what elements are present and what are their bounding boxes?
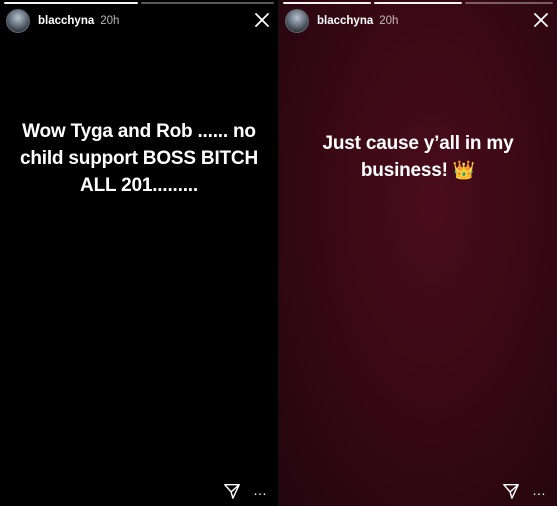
avatar[interactable]	[285, 9, 309, 33]
story-panel-right[interactable]: blacchyna 20h Just cause y’all in my bus…	[279, 0, 557, 506]
avatar[interactable]	[6, 9, 30, 33]
story-panel-left[interactable]: blacchyna 20h Wow Tyga and Rob ...... no…	[0, 0, 278, 506]
crown-emoji: 👑	[452, 160, 476, 180]
story-progress-bar	[283, 2, 553, 4]
progress-segment	[465, 2, 553, 4]
story-caption: Wow Tyga and Rob ...... no child support…	[10, 118, 268, 199]
time-ago: 20h	[100, 15, 120, 27]
more-icon[interactable]: …	[253, 483, 268, 497]
story-footer: …	[223, 482, 268, 500]
more-icon[interactable]: …	[532, 483, 547, 497]
close-icon[interactable]	[531, 10, 551, 30]
send-icon[interactable]	[502, 482, 520, 500]
story-caption-text: Wow Tyga and Rob ...... no child support…	[20, 121, 258, 196]
story-header: blacchyna 20h	[285, 8, 551, 34]
progress-segment	[283, 2, 371, 4]
send-icon[interactable]	[223, 482, 241, 500]
progress-segment	[4, 2, 138, 4]
story-caption-text: Just cause y’all in my business!	[322, 133, 514, 181]
story-footer: …	[502, 482, 547, 500]
time-ago: 20h	[379, 15, 399, 27]
story-caption: Just cause y’all in my business! 👑	[289, 130, 547, 184]
username[interactable]: blacchyna	[38, 15, 94, 27]
close-icon[interactable]	[252, 10, 272, 30]
progress-segment	[140, 2, 274, 4]
story-header: blacchyna 20h	[6, 8, 272, 34]
username[interactable]: blacchyna	[317, 15, 373, 27]
story-progress-bar	[4, 2, 274, 4]
progress-segment	[374, 2, 462, 4]
